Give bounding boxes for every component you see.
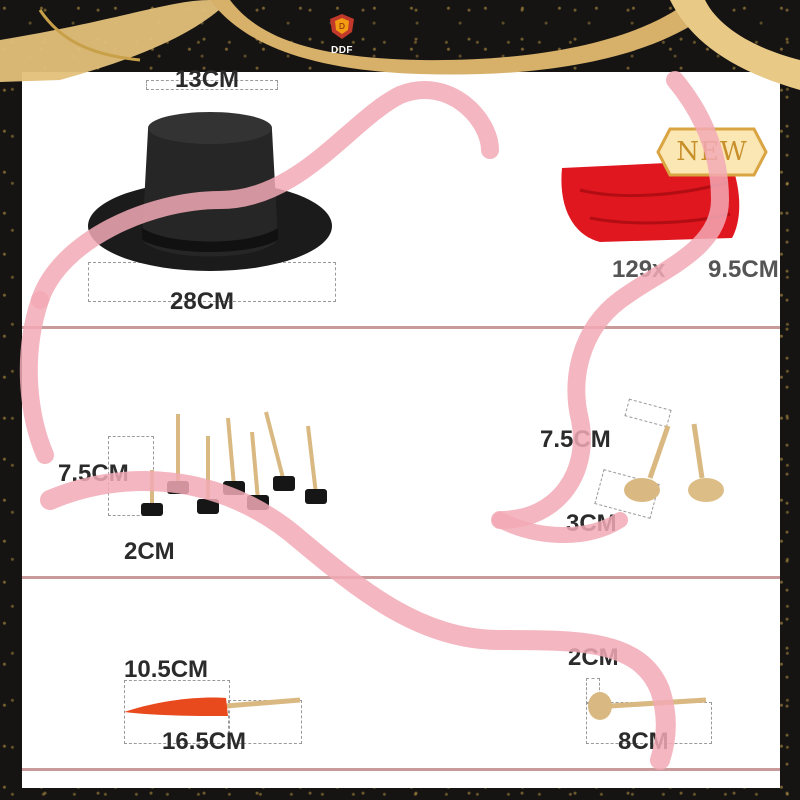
pink-ribbon-decoration	[19, 71, 730, 770]
